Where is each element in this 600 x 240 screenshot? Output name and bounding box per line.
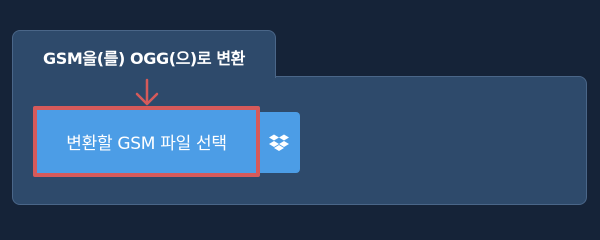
select-file-button[interactable]: 변환할 GSM 파일 선택 bbox=[37, 110, 256, 173]
panel-tab: GSM을(를) OGG(으)로 변환 bbox=[12, 30, 276, 78]
panel-title: GSM을(를) OGG(으)로 변환 bbox=[43, 49, 245, 68]
arrow-down-icon bbox=[135, 78, 159, 106]
dropbox-icon bbox=[269, 134, 289, 151]
dropbox-button[interactable] bbox=[258, 112, 300, 173]
